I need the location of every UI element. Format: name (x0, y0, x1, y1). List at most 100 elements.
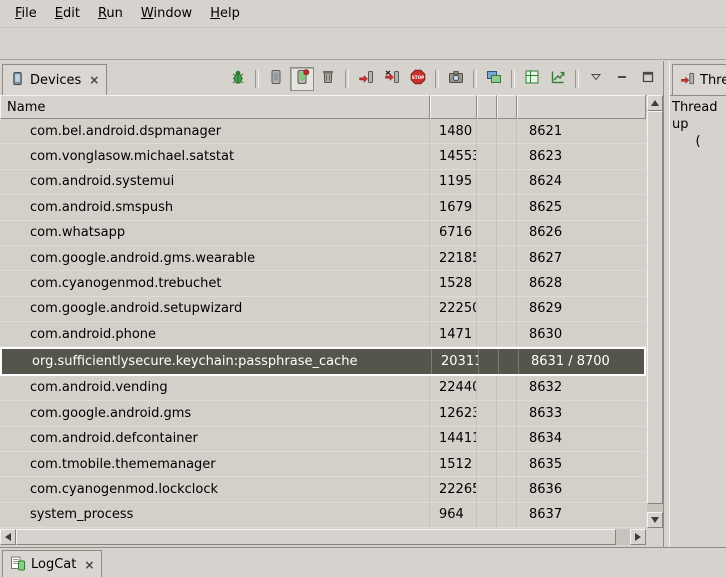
main-toolbar (0, 27, 726, 60)
empty-cell (477, 401, 497, 425)
process-port: 8626 (517, 221, 646, 245)
chevron-down-icon (589, 70, 603, 88)
empty-cell (497, 271, 517, 295)
threads-message-line2: ( (672, 133, 724, 150)
devices-tabbar: Devices × (0, 61, 663, 96)
process-pid: 20311 (432, 349, 479, 373)
stop-method-profiling-button[interactable] (380, 67, 404, 91)
main-area: Devices × (0, 61, 726, 547)
table-row[interactable]: com.google.android.gms.wearable 22185 86… (0, 246, 646, 271)
update-threads-button[interactable] (354, 67, 378, 91)
column-header-pid (430, 95, 477, 119)
stop-process-button[interactable]: STOP (406, 67, 430, 91)
process-name: com.google.android.gms (0, 401, 430, 425)
scroll-down-button[interactable] (647, 512, 663, 528)
empty-cell (497, 170, 517, 194)
process-pid: 14411 (430, 427, 477, 451)
process-name: com.android.smspush (0, 195, 430, 219)
menu-window[interactable]: Window (132, 2, 201, 25)
empty-cell (479, 349, 499, 373)
table-row[interactable]: com.tmobile.thememanager 1512 8635 (0, 452, 646, 477)
menu-help[interactable]: Help (201, 2, 249, 25)
menu-file[interactable]: File (6, 2, 46, 25)
profiling-icon (384, 69, 400, 89)
screen-capture-button[interactable] (444, 67, 468, 91)
process-port: 8621 (517, 119, 646, 143)
arrow-up-icon (651, 100, 659, 106)
table-row[interactable]: com.whatsapp 6716 8626 (0, 221, 646, 246)
empty-cell (497, 246, 517, 270)
table-row[interactable]: com.google.android.setupwizard 22250 862… (0, 297, 646, 322)
view-menu-button[interactable] (584, 67, 608, 91)
column-header-name[interactable]: Name (0, 95, 430, 119)
process-pid: 6716 (430, 221, 477, 245)
vertical-scroll-thumb[interactable] (647, 111, 663, 504)
empty-cell (497, 322, 517, 346)
menu-edit[interactable]: Edit (46, 2, 89, 25)
horizontal-scroll-thumb[interactable] (16, 529, 616, 545)
devices-panel: Devices × (0, 61, 664, 547)
horizontal-scrollbar[interactable] (0, 529, 646, 545)
process-port: 8632 (517, 376, 646, 400)
tab-devices[interactable]: Devices × (2, 64, 107, 95)
column-header-empty (497, 95, 517, 119)
close-icon[interactable]: × (84, 558, 94, 572)
toolbar-separator (435, 70, 439, 88)
toolbar-separator (255, 70, 259, 88)
tab-threads[interactable]: Threads (672, 64, 726, 95)
device-table-header: Name (0, 95, 646, 119)
chart-arrow-icon (550, 69, 566, 89)
process-port: 8624 (517, 170, 646, 194)
table-row[interactable]: com.android.systemui 1195 8624 (0, 170, 646, 195)
maximize-icon (641, 70, 655, 88)
tab-threads-label: Threads (700, 73, 726, 88)
empty-cell (497, 376, 517, 400)
camera-icon (448, 69, 464, 89)
threads-message-line1: Thread up (672, 99, 724, 133)
process-pid: 1471 (430, 322, 477, 346)
process-port: 8629 (517, 297, 646, 321)
table-row[interactable]: com.vonglasow.michael.satstat 14553 8623 (0, 144, 646, 169)
process-name: system_process (0, 503, 430, 527)
empty-cell (477, 297, 497, 321)
dump-hprof-button[interactable] (290, 67, 314, 91)
view-hierarchy-button[interactable] (520, 67, 544, 91)
svg-text:STOP: STOP (412, 75, 425, 80)
update-heap-button[interactable] (264, 67, 288, 91)
menu-run[interactable]: Run (89, 2, 132, 25)
process-name: com.android.systemui (0, 170, 430, 194)
capture-view-button[interactable] (546, 67, 570, 91)
table-row[interactable]: org.sufficientlysecure.keychain:passphra… (0, 347, 646, 375)
cause-gc-button[interactable] (316, 67, 340, 91)
empty-cell (497, 119, 517, 143)
process-pid: 14553 (430, 144, 477, 168)
process-pid: 22265 (430, 477, 477, 501)
scroll-right-button[interactable] (630, 529, 646, 545)
stop-sign-icon: STOP (410, 69, 426, 89)
table-row[interactable]: com.cyanogenmod.trebuchet 1528 8628 (0, 271, 646, 296)
arrow-right-icon (635, 533, 641, 541)
table-row[interactable]: com.android.defcontainer 14411 8634 (0, 427, 646, 452)
vertical-scrollbar[interactable] (647, 95, 663, 528)
empty-cell (477, 246, 497, 270)
minimize-button[interactable] (610, 67, 634, 91)
dual-screen-capture-button[interactable] (482, 67, 506, 91)
tab-logcat[interactable]: LogCat × (2, 550, 102, 577)
process-pid: 1528 (430, 271, 477, 295)
table-row[interactable]: system_process 964 8637 (0, 503, 646, 528)
debug-process-button[interactable] (226, 67, 250, 91)
table-row[interactable]: com.android.vending 22440 8632 (0, 376, 646, 401)
scroll-up-button[interactable] (647, 95, 663, 111)
table-row[interactable]: com.android.phone 1471 8630 (0, 322, 646, 347)
table-row[interactable]: com.bel.android.dspmanager 1480 8621 (0, 119, 646, 144)
table-row[interactable]: com.cyanogenmod.lockclock 22265 8636 (0, 477, 646, 502)
process-pid: 1480 (430, 119, 477, 143)
process-port: 8630 (517, 322, 646, 346)
scroll-left-button[interactable] (0, 529, 16, 545)
table-row[interactable]: com.google.android.gms 12623 8633 (0, 401, 646, 426)
maximize-button[interactable] (636, 67, 660, 91)
phone-heap-icon (294, 69, 310, 89)
tab-logcat-label: LogCat (31, 557, 76, 572)
close-icon[interactable]: × (89, 73, 99, 87)
table-row[interactable]: com.android.smspush 1679 8625 (0, 195, 646, 220)
